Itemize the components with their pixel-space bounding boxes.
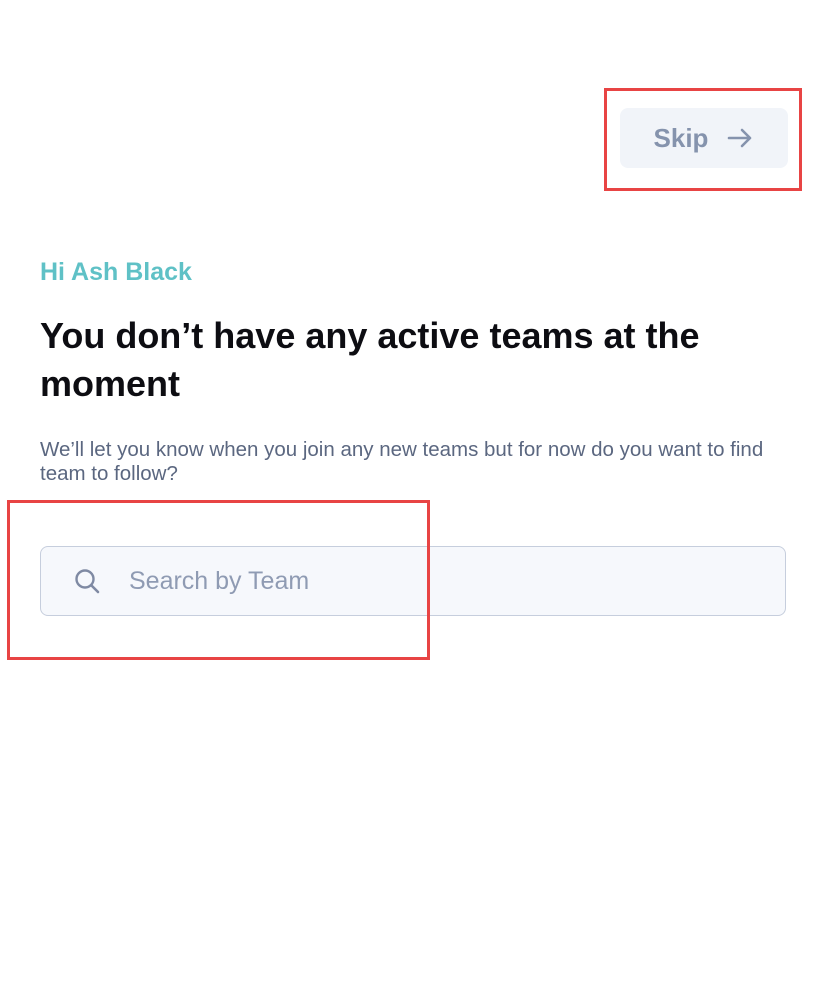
search-field[interactable] [40, 546, 786, 616]
skip-label: Skip [653, 122, 709, 153]
arrow-right-icon [726, 124, 754, 152]
page-title: You don’t have any active teams at the m… [40, 315, 700, 404]
description-text: We’ll let you know when you join any new… [40, 438, 764, 485]
greeting-text: Hi Ash Black [40, 258, 192, 286]
search-input[interactable] [127, 565, 731, 597]
skip-button[interactable]: Skip [620, 108, 788, 168]
search-icon [73, 567, 101, 595]
